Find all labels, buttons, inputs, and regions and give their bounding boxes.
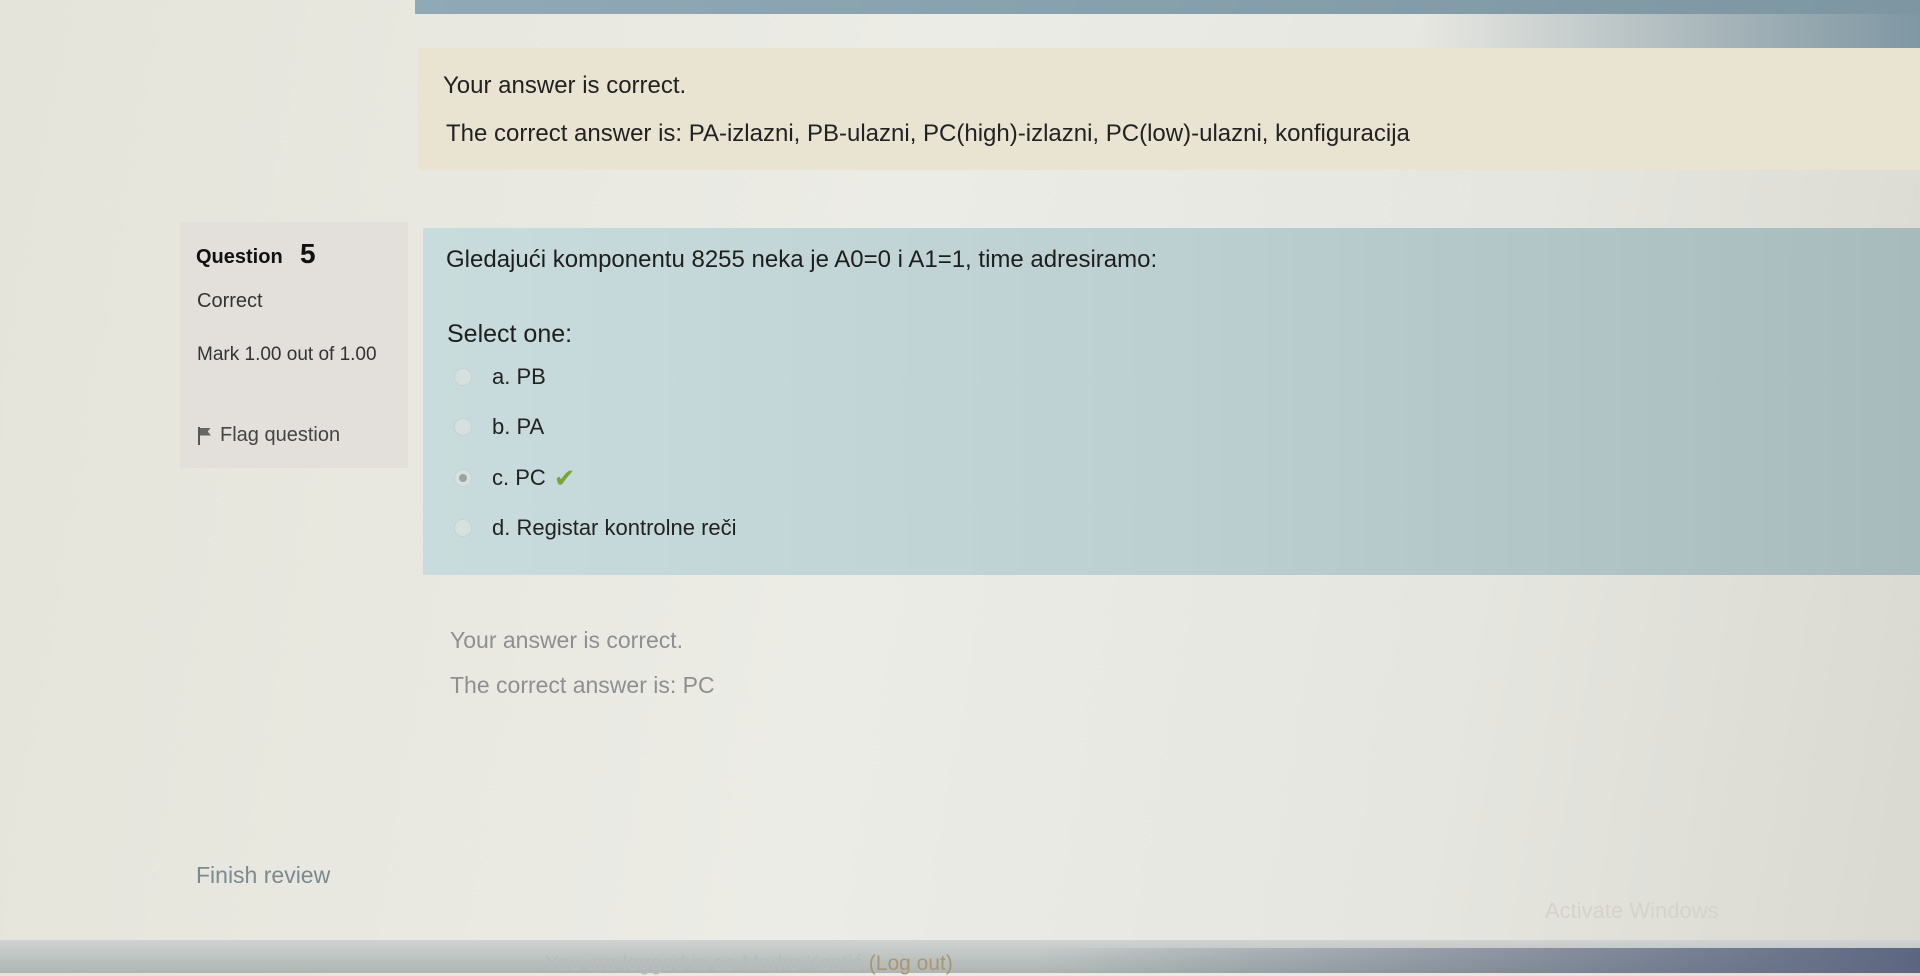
answer-option-c[interactable]: c. PC ✔ (454, 465, 576, 491)
option-c-label: c. PC (492, 465, 546, 490)
logged-in-text: You are logged in as Marko Kostić (545, 952, 863, 975)
top-header-band (415, 0, 1920, 14)
question-grade: Mark 1.00 out of 1.00 (197, 344, 377, 365)
option-b-radio[interactable] (454, 418, 472, 436)
logout-link[interactable]: (Log out) (869, 952, 953, 975)
feedback-correct-answer: The correct answer is: PC (450, 672, 715, 698)
option-d-radio[interactable] (454, 519, 472, 537)
login-info: You are logged in as Marko Kostić (Log o… (545, 952, 953, 976)
option-c-radio[interactable] (454, 469, 472, 487)
option-d-label: d. Registar kontrolne reči (492, 515, 737, 540)
question-state: Correct (197, 290, 263, 312)
previous-feedback-correct-answer: The correct answer is: PA-izlazni, PB-ul… (446, 120, 1410, 147)
flag-question-label: Flag question (220, 424, 341, 446)
footer-shadow (1040, 948, 1920, 973)
checkmark-icon: ✔ (553, 463, 576, 493)
answer-option-d[interactable]: d. Registar kontrolne reči (454, 515, 737, 541)
answer-option-a[interactable]: a. PB (454, 364, 546, 390)
flag-icon (198, 426, 212, 445)
answer-option-b[interactable]: b. PA (454, 414, 544, 440)
finish-review-link[interactable]: Finish review (196, 862, 330, 889)
question-number-label: Question (196, 246, 283, 268)
flag-question-link[interactable]: Flag question (198, 424, 340, 447)
option-a-radio[interactable] (454, 368, 472, 386)
previous-feedback-result: Your answer is correct. (443, 72, 687, 99)
question-number: 5 (300, 238, 316, 269)
feedback-result: Your answer is correct. (450, 627, 684, 653)
option-a-label: a. PB (492, 364, 546, 389)
question-text: Gledajući komponentu 8255 neka je A0=0 i… (446, 246, 1158, 273)
activate-windows-watermark: Activate Windows (1545, 898, 1719, 923)
select-one-prompt: Select one: (447, 320, 573, 348)
previous-question-feedback (418, 48, 1920, 170)
option-b-label: b. PA (492, 414, 545, 439)
